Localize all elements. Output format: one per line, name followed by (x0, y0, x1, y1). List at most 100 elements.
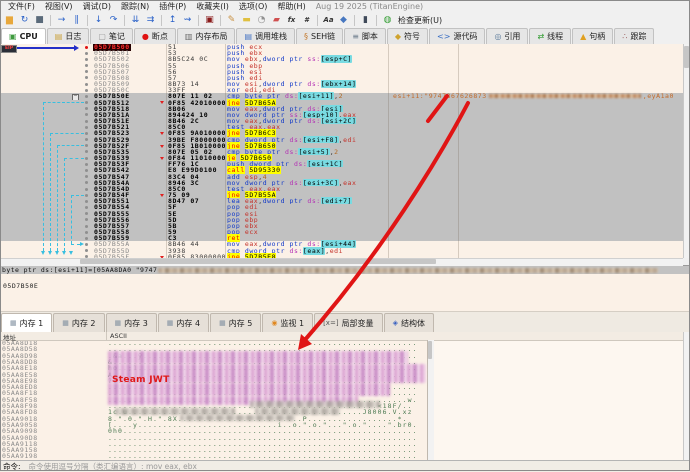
dump-tab-3[interactable]: ▦内存 3 (106, 313, 157, 332)
highlight-fx-icon[interactable]: fx (285, 15, 298, 27)
breakpoint-dot[interactable] (85, 206, 88, 209)
dump-tab-8[interactable]: ◈结构体 (384, 313, 434, 332)
breakpoint-dot[interactable] (85, 218, 88, 221)
menu-item[interactable]: 调试(D) (78, 1, 116, 12)
restart-icon[interactable]: ↻ (18, 15, 31, 27)
breakpoint-dot[interactable] (85, 169, 88, 172)
pause-icon[interactable]: ∥ (70, 15, 83, 27)
breakpoint-dot[interactable] (85, 76, 88, 79)
eraser-icon[interactable]: ▰ (270, 15, 283, 27)
tab-cpu[interactable]: ▣CPU (1, 28, 46, 44)
breakpoint-dot[interactable] (85, 231, 88, 234)
dump-tab-7[interactable]: [x=]局部变量 (314, 313, 382, 332)
breakpoint-dot[interactable] (85, 101, 88, 104)
breakpoint-dot[interactable] (85, 132, 88, 135)
strings-icon[interactable]: Aa (322, 15, 335, 27)
assemble-pencil-icon[interactable]: ✎ (225, 15, 238, 27)
menu-item[interactable]: 收藏夹(I) (191, 1, 234, 12)
breakpoint-dot[interactable] (85, 237, 88, 240)
breakpoint-dot[interactable] (85, 52, 88, 55)
dump-tab-1[interactable]: ▦内存 1 (1, 313, 52, 332)
breakpoint-dot[interactable] (85, 46, 88, 49)
breakpoint-dot[interactable] (85, 89, 88, 92)
breakpoint-dot[interactable] (85, 200, 88, 203)
breakpoint-dot[interactable] (85, 126, 88, 129)
stop-icon[interactable]: ■ (33, 15, 46, 27)
execute-till-return-icon[interactable]: ↥ (166, 15, 179, 27)
animate-into-icon[interactable]: ⇊ (129, 15, 142, 27)
tab-references[interactable]: ◎引用 (486, 28, 528, 44)
graph-icon[interactable]: ◆ (337, 15, 350, 27)
breakpoint-dot[interactable] (85, 113, 88, 116)
run-to-user-code-icon[interactable]: ⇝ (181, 15, 194, 27)
tab-log[interactable]: ▤日志 (47, 28, 90, 44)
memory-icon[interactable]: ▮ (359, 15, 372, 27)
breakpoint-dot[interactable] (85, 175, 88, 178)
breakpoint-dot[interactable] (85, 181, 88, 184)
dump-tab-4[interactable]: ▦内存 4 (158, 313, 209, 332)
dock-vertical-scrollbar[interactable] (683, 331, 690, 460)
jump-line (71, 195, 72, 244)
breakpoint-dot[interactable] (85, 150, 88, 153)
breakpoint-dot[interactable] (85, 249, 88, 252)
dump-tab-2[interactable]: ▦内存 2 (53, 313, 104, 332)
breakpoint-dot[interactable] (85, 188, 88, 191)
open-file-icon[interactable]: ▆ (3, 15, 16, 27)
menu-item[interactable]: 文件(F) (3, 1, 40, 12)
tab-seh-chain[interactable]: §SEH链 (296, 28, 343, 44)
breakpoint-dot[interactable] (85, 163, 88, 166)
favourites-icon[interactable]: ◔ (255, 15, 268, 27)
jump-line (50, 133, 84, 134)
tab-threads[interactable]: ⇄线程 (529, 28, 571, 44)
run-icon[interactable]: → (55, 15, 68, 27)
hide-debugger-icon[interactable]: ▣ (203, 15, 216, 27)
menu-item[interactable]: 插件(P) (154, 1, 191, 12)
dump-tab-6[interactable]: ◉监视 1 (262, 313, 313, 332)
breakpoint-dot[interactable] (85, 58, 88, 61)
tab-breakpoints[interactable]: ●断点 (134, 28, 176, 44)
breakpoint-dot[interactable] (85, 194, 88, 197)
breakpoint-dot[interactable] (85, 157, 88, 160)
disassembly-pane[interactable]: EIP 05D7B50051push ecx05D7B50153push ebx… (0, 44, 683, 258)
tab-trace[interactable]: ∴跟踪 (614, 28, 654, 44)
breakpoint-dot[interactable] (85, 64, 88, 67)
disasm-vscroll-thumb[interactable] (684, 46, 689, 68)
menu-item[interactable]: 跟踪(N) (116, 1, 154, 12)
menu-item[interactable]: 视图(V) (40, 1, 78, 12)
tab-symbols[interactable]: ◆符号 (387, 28, 428, 44)
breakpoint-dot[interactable] (85, 95, 88, 98)
breakpoint-dot[interactable] (85, 243, 88, 246)
check-update-label[interactable]: 检查更新(U) (398, 15, 442, 26)
column-separator (225, 44, 226, 258)
breakpoint-dot[interactable] (85, 83, 88, 86)
step-over-icon[interactable]: ↷ (107, 15, 120, 27)
breakpoint-dot[interactable] (85, 70, 88, 73)
menu-item[interactable]: 帮助(H) (272, 1, 310, 12)
menu-item[interactable]: 选项(O) (234, 1, 273, 12)
tab-memory-map[interactable]: ▥内存布局 (177, 28, 236, 44)
stack-pane[interactable] (433, 340, 684, 460)
tab-handles[interactable]: ▲句柄 (572, 28, 613, 44)
breakpoint-dot[interactable] (85, 225, 88, 228)
tab-label: 调用堆栈 (255, 31, 287, 42)
dump-tab-5[interactable]: ▦内存 5 (210, 313, 261, 332)
breakpoint-dot[interactable] (85, 144, 88, 147)
animate-over-icon[interactable]: ⇉ (144, 15, 157, 27)
tab-source[interactable]: <>源代码 (429, 28, 485, 44)
breakpoint-dot[interactable] (85, 138, 88, 141)
dump-row[interactable]: 05AA9198................................… (0, 453, 427, 459)
breakpoint-dot[interactable] (85, 107, 88, 110)
step-into-icon[interactable]: ↓ (92, 15, 105, 27)
hash-icon[interactable]: # (300, 15, 313, 27)
tab-script[interactable]: ≡脚本 (344, 28, 386, 44)
breakpoint-dot[interactable] (85, 120, 88, 123)
breakpoint-dot[interactable] (85, 212, 88, 215)
disasm-hscroll-thumb[interactable] (80, 259, 436, 264)
tab-call-stack[interactable]: ▤调用堆栈 (236, 28, 295, 44)
command-input[interactable] (27, 461, 690, 472)
dump-vscroll-thumb[interactable] (428, 341, 432, 359)
update-icon[interactable]: ◍ (381, 15, 394, 27)
disasm-vertical-scrollbar[interactable] (683, 44, 690, 258)
tab-notes[interactable]: ▢笔记 (90, 28, 133, 44)
patch-icon[interactable]: ▬ (240, 15, 253, 27)
